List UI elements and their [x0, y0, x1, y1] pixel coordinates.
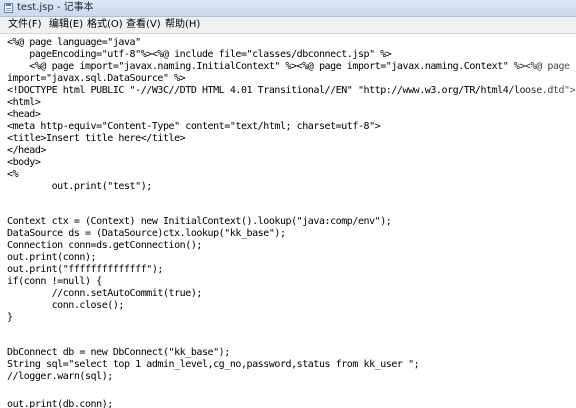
- code-line: if(conn !=null) {: [7, 276, 102, 287]
- code-line: DataSource ds = (DataSource)ctx.lookup("…: [7, 228, 286, 239]
- code-line: out.print(conn);: [7, 252, 97, 263]
- window-title: test.jsp - 记事本: [17, 2, 94, 13]
- code-line: <!DOCTYPE html PUBLIC "-//W3C//DTD HTML …: [7, 85, 576, 96]
- notepad-window: test.jsp - 记事本 文件(F) 编辑(E) 格式(O) 查看(V) 帮…: [0, 0, 576, 408]
- code-line: <%: [7, 169, 19, 180]
- code-line: //logger.warn(sql);: [7, 371, 113, 382]
- code-line: <title>Insert title here</title>: [7, 133, 186, 144]
- code-line: Context ctx = (Context) new InitialConte…: [7, 216, 392, 227]
- code-line: import="javax.sql.DataSource" %>: [7, 73, 186, 84]
- code-line: DbConnect db = new DbConnect("kk_base");: [7, 347, 230, 358]
- code-line: </head>: [7, 145, 46, 156]
- code-line: <body>: [7, 157, 41, 168]
- code-line: Connection conn=ds.getConnection();: [7, 240, 202, 251]
- menu-help[interactable]: 帮助(H): [165, 19, 200, 31]
- notepad-icon[interactable]: [4, 3, 13, 13]
- code-line: <meta http-equiv="Content-Type" content=…: [7, 121, 381, 132]
- code-line: out.print(db.conn);: [7, 399, 113, 408]
- text-editor[interactable]: <%@ page language="java" pageEncoding="u…: [0, 34, 576, 408]
- code-line: out.print("ffffffffffffff");: [7, 264, 163, 275]
- code-line: <head>: [7, 109, 41, 120]
- code-line: conn.close();: [7, 300, 125, 311]
- code-line: out.print("test");: [7, 181, 153, 192]
- menu-bar: 文件(F) 编辑(E) 格式(O) 查看(V) 帮助(H): [0, 17, 576, 34]
- code-line: <%@ page language="java": [7, 37, 141, 48]
- code-line: //conn.setAutoCommit(true);: [7, 288, 203, 299]
- menu-format[interactable]: 格式(O): [87, 19, 123, 31]
- menu-file[interactable]: 文件(F): [8, 19, 42, 31]
- title-bar[interactable]: test.jsp - 记事本: [0, 0, 576, 17]
- menu-edit[interactable]: 编辑(E): [49, 19, 83, 31]
- code-line: }: [7, 312, 13, 323]
- menu-view[interactable]: 查看(V): [126, 19, 161, 31]
- code-line: <%@ page import="javax.naming.InitialCon…: [7, 61, 570, 72]
- code-line: String sql="select top 1 admin_level,cg_…: [7, 359, 420, 370]
- code-line: pageEncoding="utf-8"%><%@ include file="…: [7, 49, 392, 60]
- code-line: <html>: [7, 97, 41, 108]
